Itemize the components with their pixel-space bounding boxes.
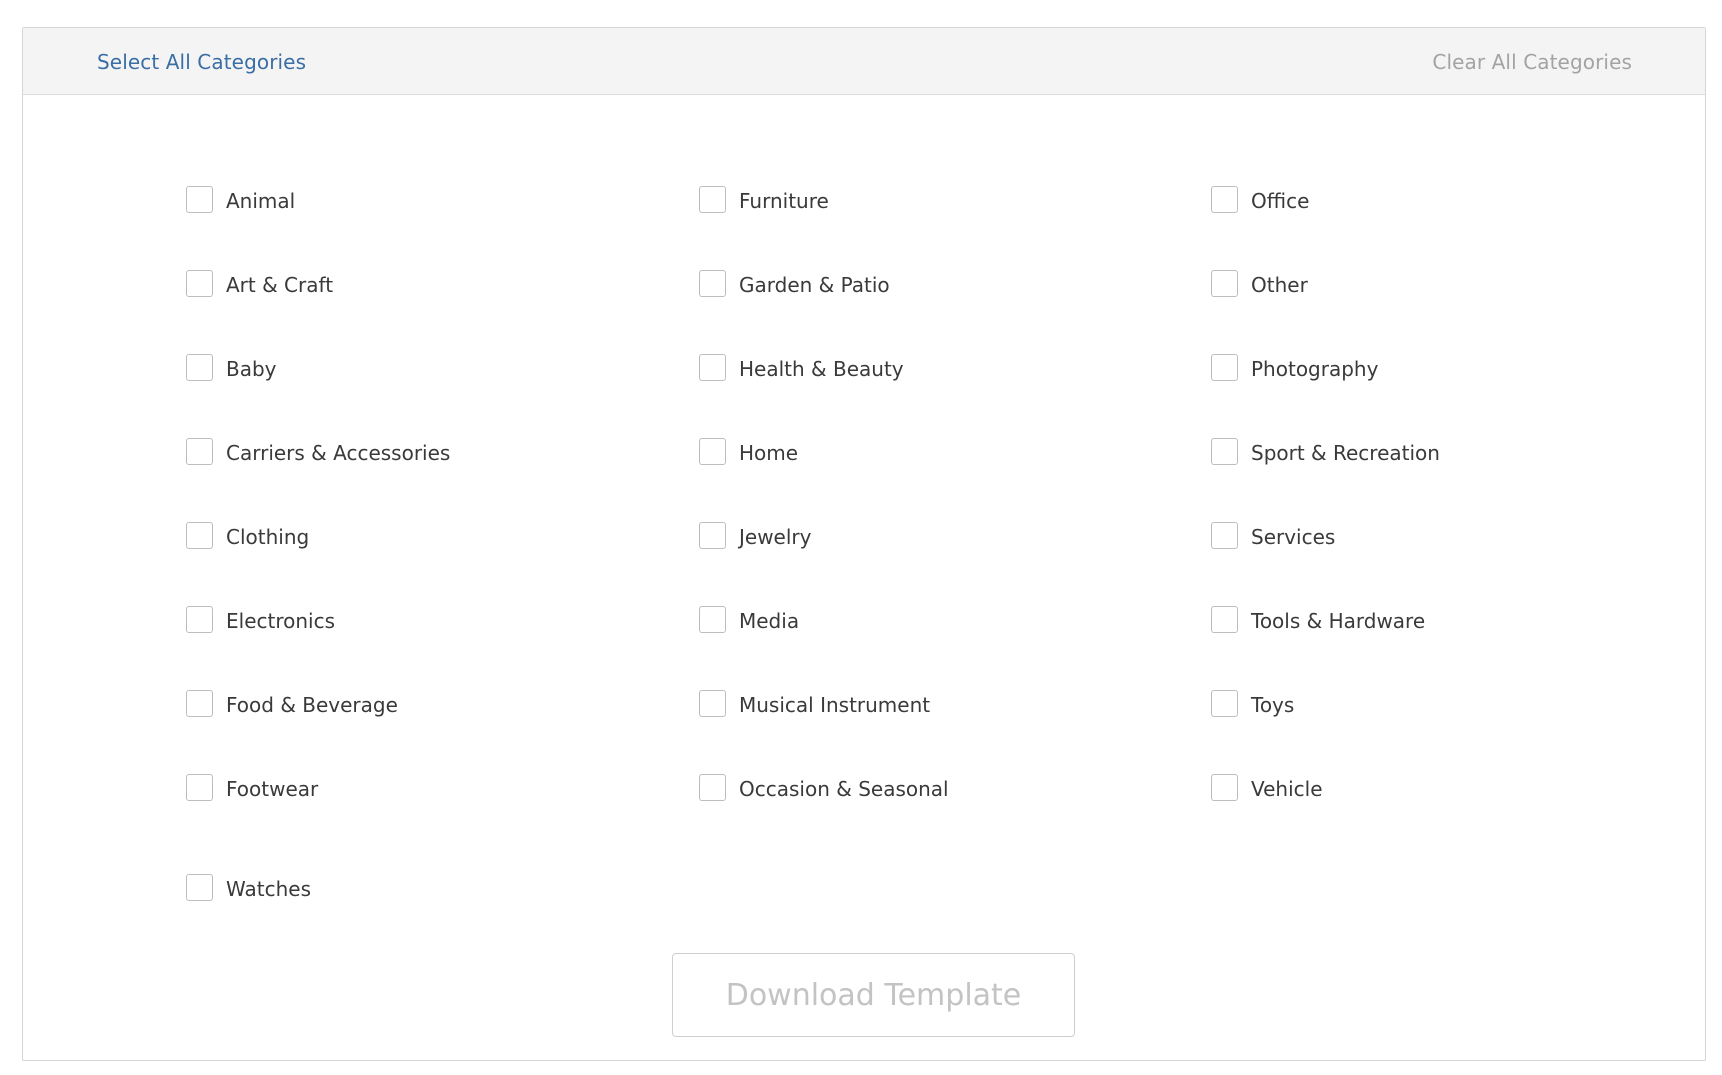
category-label: Tools & Hardware: [1251, 609, 1426, 633]
category-panel: Select All Categories Clear All Categori…: [22, 27, 1706, 1061]
category-label: Toys: [1251, 693, 1295, 717]
checkbox[interactable]: [186, 689, 213, 717]
checkbox[interactable]: [699, 521, 726, 549]
checkbox[interactable]: [186, 773, 213, 801]
category-checkbox-art-craft[interactable]: Art & Craft: [186, 268, 333, 298]
category-label: Media: [739, 609, 800, 633]
checkbox[interactable]: [699, 269, 726, 297]
category-label: Office: [1251, 189, 1310, 213]
category-checkbox-photography[interactable]: Photography: [1211, 352, 1378, 382]
category-label: Watches: [226, 877, 311, 901]
category-checkbox-services[interactable]: Services: [1211, 520, 1335, 550]
checkbox[interactable]: [1211, 269, 1238, 297]
category-label: Art & Craft: [226, 273, 334, 297]
category-label: Photography: [1251, 357, 1379, 381]
checkbox[interactable]: [186, 437, 213, 465]
category-checkbox-food-beverage[interactable]: Food & Beverage: [186, 688, 398, 718]
category-checkbox-jewelry[interactable]: Jewelry: [699, 520, 811, 550]
checkbox[interactable]: [186, 353, 213, 381]
checkbox[interactable]: [186, 873, 213, 901]
checkbox[interactable]: [1211, 437, 1238, 465]
select-all-categories-link[interactable]: Select All Categories: [97, 50, 306, 74]
checkbox[interactable]: [186, 521, 213, 549]
category-checkbox-footwear[interactable]: Footwear: [186, 772, 318, 802]
category-checkbox-carriers-accessories[interactable]: Carriers & Accessories: [186, 436, 450, 466]
checkbox[interactable]: [699, 689, 726, 717]
checkbox[interactable]: [1211, 521, 1238, 549]
category-checkbox-musical-instrument[interactable]: Musical Instrument: [699, 688, 930, 718]
category-label: Carriers & Accessories: [226, 441, 451, 465]
checkbox[interactable]: [186, 185, 213, 213]
category-checkbox-tools-hardware[interactable]: Tools & Hardware: [1211, 604, 1425, 634]
checkbox[interactable]: [699, 185, 726, 213]
clear-all-categories-link[interactable]: Clear All Categories: [1432, 50, 1632, 74]
category-label: Food & Beverage: [226, 693, 398, 717]
category-label: Vehicle: [1251, 777, 1323, 801]
category-checkbox-garden-patio[interactable]: Garden & Patio: [699, 268, 890, 298]
category-checkbox-furniture[interactable]: Furniture: [699, 184, 829, 214]
category-label: Furniture: [739, 189, 829, 213]
category-checkbox-occasion-seasonal[interactable]: Occasion & Seasonal: [699, 772, 949, 802]
category-label: Services: [1251, 525, 1336, 549]
category-checkbox-other[interactable]: Other: [1211, 268, 1308, 298]
category-checkbox-health-beauty[interactable]: Health & Beauty: [699, 352, 904, 382]
category-checkbox-media[interactable]: Media: [699, 604, 799, 634]
checkbox[interactable]: [186, 605, 213, 633]
category-label: Musical Instrument: [739, 693, 931, 717]
checkbox[interactable]: [1211, 353, 1238, 381]
checkbox[interactable]: [186, 269, 213, 297]
checkbox[interactable]: [1211, 185, 1238, 213]
category-checkbox-baby[interactable]: Baby: [186, 352, 277, 382]
category-checkbox-animal[interactable]: Animal: [186, 184, 295, 214]
category-label: Clothing: [226, 525, 310, 549]
category-checkbox-clothing[interactable]: Clothing: [186, 520, 309, 550]
category-checkbox-office[interactable]: Office: [1211, 184, 1309, 214]
category-checkbox-watches[interactable]: Watches: [186, 872, 311, 902]
category-checkbox-home[interactable]: Home: [699, 436, 798, 466]
checkbox[interactable]: [699, 773, 726, 801]
download-template-button[interactable]: Download Template: [672, 953, 1075, 1037]
category-label: Other: [1251, 273, 1308, 297]
category-label: Footwear: [226, 777, 319, 801]
category-label: Sport & Recreation: [1251, 441, 1440, 465]
category-checkbox-electronics[interactable]: Electronics: [186, 604, 335, 634]
category-label: Baby: [226, 357, 277, 381]
category-label: Occasion & Seasonal: [739, 777, 949, 801]
category-label: Jewelry: [739, 525, 812, 549]
checkbox[interactable]: [1211, 605, 1238, 633]
checkbox[interactable]: [699, 605, 726, 633]
checkbox[interactable]: [1211, 689, 1238, 717]
checkbox[interactable]: [1211, 773, 1238, 801]
checkbox[interactable]: [699, 437, 726, 465]
category-label: Animal: [226, 189, 296, 213]
category-label: Home: [739, 441, 799, 465]
category-checkbox-vehicle[interactable]: Vehicle: [1211, 772, 1323, 802]
checkbox[interactable]: [699, 353, 726, 381]
category-checkbox-sport-recreation[interactable]: Sport & Recreation: [1211, 436, 1440, 466]
category-checkbox-toys[interactable]: Toys: [1211, 688, 1294, 718]
category-label: Garden & Patio: [739, 273, 890, 297]
category-label: Health & Beauty: [739, 357, 904, 381]
panel-header: Select All Categories Clear All Categori…: [23, 28, 1705, 95]
category-label: Electronics: [226, 609, 336, 633]
